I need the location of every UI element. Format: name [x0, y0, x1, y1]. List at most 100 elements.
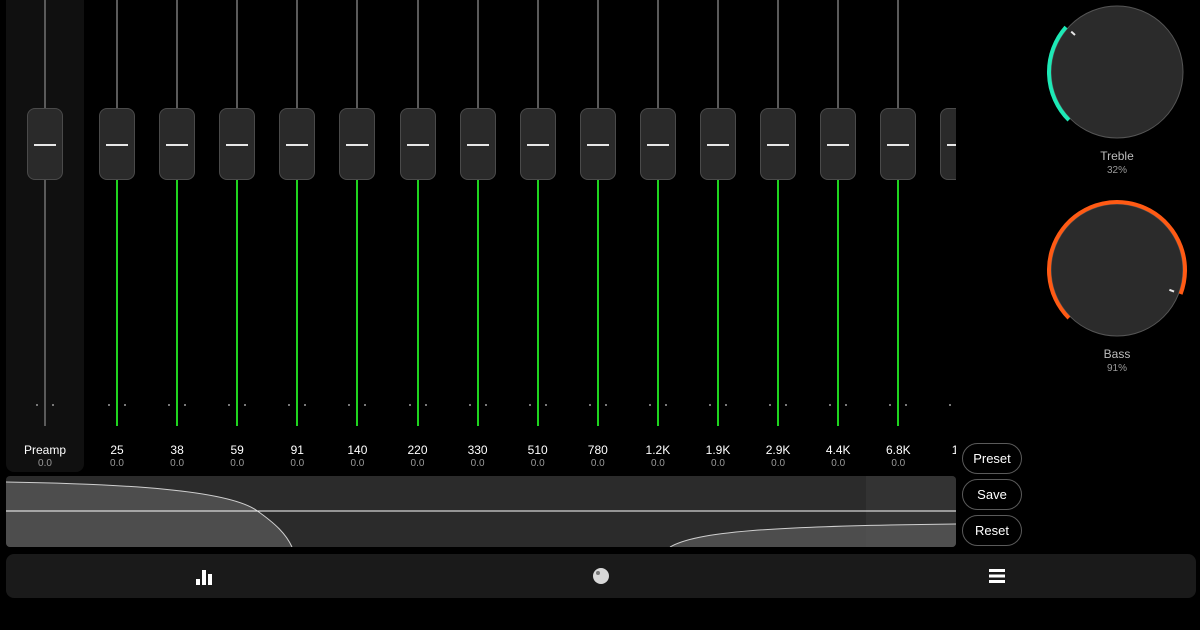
slider-track	[476, 0, 479, 108]
bass-value: 91%	[1106, 363, 1127, 374]
slider-thumb[interactable]	[99, 108, 135, 180]
slider-track	[536, 0, 539, 108]
slider-track	[897, 0, 900, 108]
treble-dial[interactable]: Treble 32%	[1047, 0, 1187, 180]
slider-level	[596, 180, 599, 426]
band-gain: 0.0	[590, 458, 605, 469]
band-frequency: 38	[170, 443, 184, 457]
band-gain: 0.0	[530, 458, 545, 469]
band-slider[interactable]: 140 0.0	[327, 0, 387, 472]
slider-thumb[interactable]	[940, 108, 956, 180]
band-frequency: 140	[347, 443, 368, 457]
slider-track	[717, 0, 719, 108]
bass-curve-fill	[6, 482, 292, 547]
slider-thumb[interactable]	[760, 108, 797, 180]
slider-ticks	[748, 404, 808, 410]
nav-volume-button[interactable]	[587, 562, 615, 590]
slider-thumb[interactable]	[399, 108, 436, 180]
band-frequency: 25	[110, 443, 124, 457]
slider-thumb[interactable]	[519, 108, 556, 180]
band-slider[interactable]: 780 0.0	[568, 0, 628, 472]
band-slider[interactable]: 510 0.0	[508, 0, 568, 472]
band-gain: 0.0	[771, 458, 786, 469]
slider-ticks	[508, 404, 568, 410]
slider-thumb[interactable]	[459, 108, 496, 180]
slider-level	[476, 180, 479, 426]
slider-ticks	[568, 404, 628, 410]
treble-knob-face	[1050, 5, 1184, 139]
nav-equalizer-button[interactable]	[191, 562, 219, 590]
slider-ticks	[87, 404, 147, 410]
band-frequency: 91	[290, 443, 304, 457]
slider-ticks	[15, 404, 75, 410]
band-gain: 0.0	[290, 458, 305, 469]
band-slider[interactable]: 38 0.0	[147, 0, 207, 472]
slider-thumb[interactable]	[700, 108, 736, 180]
slider-track	[296, 0, 299, 108]
band-slider[interactable]: 4.4K 0.0	[808, 0, 868, 472]
band-frequency: 2.9K	[765, 443, 791, 457]
slider-ticks	[868, 404, 928, 410]
slider-level	[777, 180, 780, 426]
menu-icon	[989, 569, 1005, 583]
slider-thumb[interactable]	[279, 108, 316, 180]
slider-level	[536, 180, 539, 426]
slider-track	[356, 0, 359, 108]
reset-button[interactable]: Reset	[962, 515, 1022, 546]
eq-curve-graph	[6, 476, 956, 547]
slider-level	[717, 180, 719, 426]
slider-track	[44, 0, 46, 108]
nav-menu-button[interactable]	[983, 562, 1011, 590]
slider-level	[116, 180, 118, 426]
band-slider[interactable]: 220 0.0	[388, 0, 448, 472]
slider-thumb[interactable]	[159, 108, 196, 180]
band-slider[interactable]: 1.9K 0.0	[688, 0, 748, 472]
slider-ticks	[207, 404, 267, 410]
preset-button[interactable]: Preset	[962, 443, 1022, 474]
band-frequency: 1.2K	[645, 443, 671, 457]
slider-track	[416, 0, 419, 108]
band-gain: 0.0	[711, 458, 725, 469]
slider-ticks	[808, 404, 868, 410]
slider-ticks	[388, 404, 448, 410]
slider-thumb[interactable]	[820, 108, 857, 180]
band-gain: 0.0	[650, 458, 665, 469]
band-slider[interactable]: 6.8K 0.0	[868, 0, 928, 472]
slider-ticks	[628, 404, 688, 410]
volume-knob-icon	[593, 568, 609, 584]
bottom-nav	[6, 554, 1196, 598]
bass-knob[interactable]	[1047, 198, 1187, 343]
band-slider[interactable]: 59 0.0	[207, 0, 267, 472]
slider-thumb[interactable]	[880, 108, 917, 180]
band-slider[interactable]: 25 0.0	[87, 0, 147, 472]
band-gain: 0.0	[891, 458, 906, 469]
band-slider[interactable]: 2.9K 0.0	[748, 0, 808, 472]
preamp-slider[interactable]: Preamp 0.0	[15, 0, 75, 472]
slider-ticks	[448, 404, 508, 410]
slider-track	[116, 0, 118, 108]
treble-knob[interactable]	[1047, 0, 1187, 145]
band-gain: 0.0	[350, 458, 365, 469]
band-frequency: 1.9K	[705, 443, 731, 457]
slider-thumb[interactable]	[219, 108, 256, 180]
slider-thumb[interactable]	[579, 108, 616, 180]
slider-ticks	[267, 404, 327, 410]
band-slider[interactable]: 100	[928, 0, 956, 472]
slider-thumb[interactable]	[339, 108, 376, 180]
band-gain: 0.0	[110, 458, 124, 469]
band-slider[interactable]: 1.2K 0.0	[628, 0, 688, 472]
band-gain: 0.0	[470, 458, 485, 469]
save-button[interactable]: Save	[962, 479, 1022, 510]
slider-ticks	[327, 404, 387, 410]
band-slider[interactable]: 91 0.0	[267, 0, 327, 472]
band-gain: 0	[928, 458, 957, 469]
equalizer-icon	[196, 570, 212, 585]
bass-dial[interactable]: Bass 91%	[1047, 198, 1187, 378]
band-frequency: 6.8K	[885, 443, 911, 457]
slider-thumb[interactable]	[639, 108, 676, 180]
treble-label: Treble	[1100, 149, 1134, 163]
slider-thumb[interactable]	[27, 108, 63, 180]
band-slider[interactable]: 330 0.0	[448, 0, 508, 472]
treble-value: 32%	[1106, 165, 1127, 176]
band-frequency: 10	[951, 443, 956, 457]
